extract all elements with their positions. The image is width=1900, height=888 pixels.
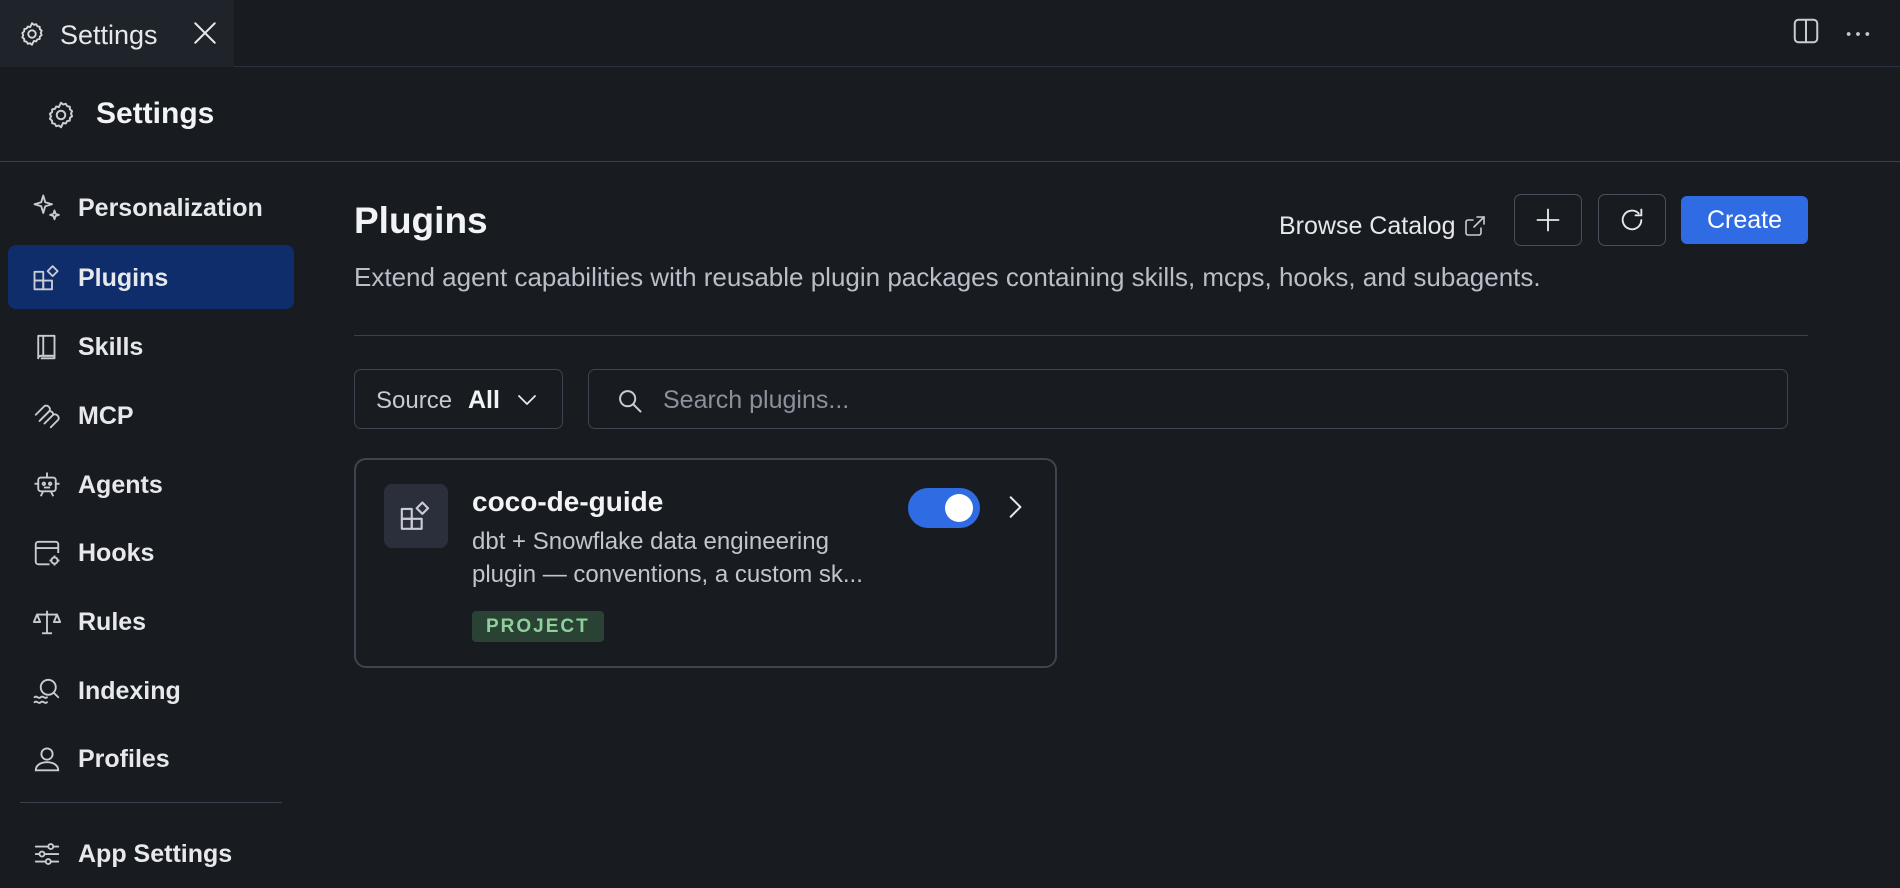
- more-options-icon[interactable]: [1844, 20, 1872, 48]
- plugin-blocks-icon: [399, 499, 433, 533]
- scale-icon: [32, 607, 62, 637]
- section-description: Extend agent capabilities with reusable …: [354, 262, 1541, 292]
- hooks-icon: [32, 538, 62, 568]
- browse-catalog-label: Browse Catalog: [1279, 211, 1456, 240]
- book-icon: [32, 332, 62, 362]
- plugin-card[interactable]: coco-de-guide dbt + Snowflake data engin…: [354, 458, 1057, 668]
- add-plugin-button[interactable]: [1514, 194, 1582, 246]
- sidebar-item-hooks[interactable]: Hooks: [8, 520, 294, 584]
- source-filter-value: All: [468, 386, 500, 414]
- plugin-blocks-icon: [32, 263, 62, 293]
- source-filter-dropdown[interactable]: Source All: [354, 369, 563, 429]
- search-box: [588, 369, 1788, 429]
- source-filter-label: Source: [376, 387, 453, 414]
- plugin-description: dbt + Snowflake data engineering: [472, 528, 829, 555]
- plugin-icon-box: [384, 484, 448, 548]
- chevron-right-icon[interactable]: [1002, 494, 1028, 520]
- close-icon[interactable]: [192, 20, 218, 46]
- sidebar-item-profiles[interactable]: Profiles: [8, 726, 294, 790]
- refresh-icon: [1618, 206, 1646, 234]
- mcp-icon: [32, 401, 62, 431]
- sidebar-item-label: Rules: [78, 608, 147, 636]
- sidebar-item-label: Skills: [78, 333, 144, 361]
- search-icon: [616, 387, 644, 415]
- tab-settings[interactable]: Settings: [0, 0, 234, 67]
- section-title: Plugins: [354, 200, 488, 241]
- sidebar-item-rules[interactable]: Rules: [8, 589, 294, 653]
- browse-catalog-link[interactable]: Browse Catalog: [1279, 206, 1487, 246]
- sidebar-item-skills[interactable]: Skills: [8, 314, 294, 378]
- gear-icon: [45, 99, 77, 131]
- plus-icon: [1534, 206, 1562, 234]
- sidebar-item-label: Plugins: [78, 264, 169, 292]
- plugin-name: coco-de-guide: [472, 486, 664, 517]
- sidebar-item-label: App Settings: [78, 840, 233, 868]
- sidebar-item-mcp[interactable]: MCP: [8, 383, 294, 447]
- sidebar-item-label: Personalization: [78, 194, 263, 222]
- gear-icon: [18, 20, 46, 48]
- search-index-icon: [32, 676, 62, 706]
- sidebar-item-plugins[interactable]: Plugins: [8, 245, 294, 309]
- page-title: Settings: [96, 97, 215, 130]
- plugin-description: plugin — conventions, a custom sk...: [472, 561, 863, 588]
- tab-bar: Settings: [0, 0, 1900, 67]
- sidebar-item-label: Profiles: [78, 745, 170, 773]
- toggle-knob: [945, 494, 973, 522]
- sidebar-item-label: Indexing: [78, 677, 181, 705]
- sidebar-item-agents[interactable]: Agents: [8, 452, 294, 516]
- plugin-enable-toggle[interactable]: [908, 488, 980, 528]
- chevron-down-icon: [515, 388, 539, 412]
- sidebar-item-indexing[interactable]: Indexing: [8, 658, 294, 722]
- sidebar-item-label: MCP: [78, 402, 134, 430]
- sidebar-item-personalization[interactable]: Personalization: [8, 175, 294, 239]
- sidebar-divider: [20, 802, 282, 803]
- split-editor-icon[interactable]: [1791, 16, 1821, 46]
- scope-badge: PROJECT: [472, 611, 604, 642]
- sidebar-item-app-settings[interactable]: App Settings: [8, 821, 294, 885]
- section-divider: [354, 335, 1808, 336]
- create-button[interactable]: Create: [1681, 196, 1808, 244]
- sliders-icon: [32, 839, 62, 869]
- sidebar-item-label: Hooks: [78, 539, 155, 567]
- refresh-button[interactable]: [1598, 194, 1666, 246]
- search-input[interactable]: [663, 380, 1763, 420]
- person-icon: [32, 744, 62, 774]
- tab-label: Settings: [60, 20, 158, 50]
- page-header: Settings: [0, 67, 1900, 162]
- sidebar: Personalization Plugins Skills MCP Agent…: [0, 162, 300, 888]
- external-link-icon: [1463, 214, 1487, 238]
- sparkles-icon: [32, 193, 62, 223]
- sidebar-item-label: Agents: [78, 471, 163, 499]
- robot-icon: [32, 470, 62, 500]
